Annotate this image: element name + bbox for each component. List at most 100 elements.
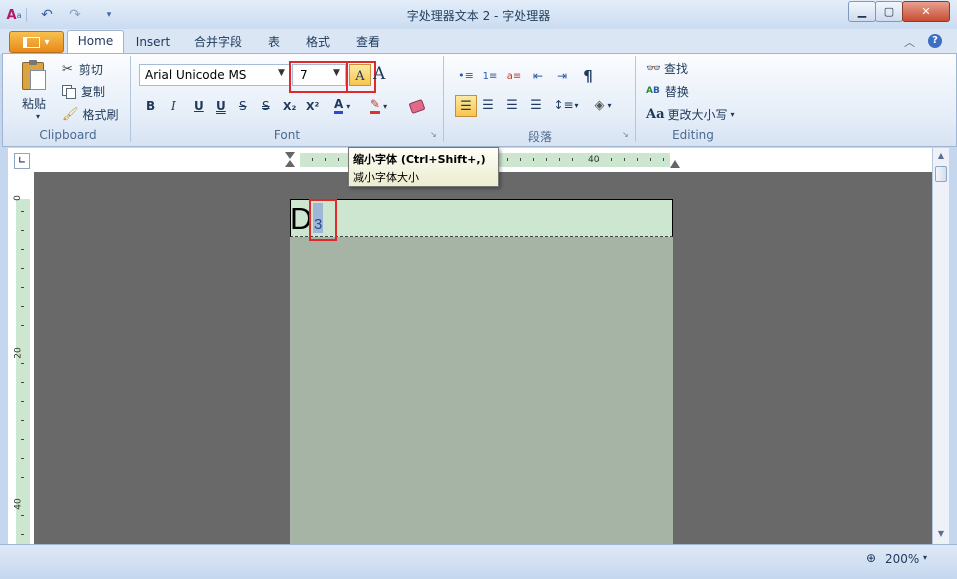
decrease-indent-icon: ⇤ (532, 69, 544, 83)
change-case-button[interactable]: Aa 更改大小写 ▾ (646, 104, 735, 124)
ruler-tick (21, 458, 24, 459)
line-spacing-icon: ↕≡ (553, 98, 574, 112)
numbering-button[interactable]: 1≡ (482, 66, 498, 86)
font-color-dropdown-icon: ▾ (346, 101, 351, 111)
scrollbar-thumb[interactable] (935, 166, 947, 182)
subscript-button[interactable]: X₂ (283, 96, 296, 116)
replace-button[interactable]: AB 替换 (646, 81, 689, 101)
double-underline-button[interactable]: U (216, 96, 226, 116)
double-strikethrough-button[interactable]: S (262, 96, 270, 116)
tab-format[interactable]: 格式 (299, 32, 337, 53)
align-right-icon: ☰ (506, 97, 518, 113)
ruler-tick (21, 211, 24, 212)
highlight-color-button[interactable]: ✎ ▾ (370, 96, 387, 116)
multilevel-list-icon: a≡ (506, 70, 522, 82)
font-size-highlight (289, 61, 348, 93)
multilevel-list-button[interactable]: a≡ (506, 66, 522, 86)
font-name-dropdown-icon[interactable]: ▼ (278, 68, 285, 78)
zoom-dropdown-icon[interactable]: ▾ (923, 553, 927, 562)
paste-label[interactable]: 粘贴 (22, 95, 46, 112)
align-right-button[interactable]: ☰ (504, 95, 520, 115)
scroll-up-icon[interactable]: ▲ (934, 150, 948, 162)
copy-icon (62, 84, 76, 99)
shading-button[interactable]: ◈ ▾ (589, 95, 617, 115)
clear-format-button[interactable] (408, 96, 426, 116)
minimize-button[interactable]: ▁ (848, 1, 876, 22)
zoom-icon[interactable]: ⊕ (866, 551, 876, 565)
zoom-level[interactable]: 200% (885, 552, 919, 566)
paste-dropdown-icon[interactable]: ▾ (36, 112, 40, 121)
align-center-icon: ☰ (482, 97, 494, 113)
font-color-button[interactable]: A ▾ (334, 96, 350, 116)
change-case-label: 更改大小写 (667, 107, 728, 122)
eraser-icon (408, 98, 426, 114)
document-page[interactable] (290, 199, 673, 544)
justify-button[interactable]: ☰ (528, 95, 544, 115)
ruler-tick (21, 363, 24, 364)
scissors-icon: ✂ (62, 61, 73, 77)
ruler-tick (507, 158, 508, 161)
tab-merge-fields[interactable]: 合并字段 (187, 32, 249, 53)
tab-view[interactable]: 查看 (349, 32, 387, 53)
scroll-down-icon[interactable]: ▼ (934, 528, 948, 540)
ruler-tick (520, 158, 521, 161)
underline-button[interactable]: U (194, 96, 204, 116)
italic-button[interactable]: I (171, 96, 176, 116)
replace-label: 替换 (664, 84, 689, 99)
grow-font-icon[interactable]: A (373, 64, 385, 84)
page-header-area[interactable] (290, 199, 673, 237)
vertical-ruler-ticks (16, 199, 30, 544)
selection-highlight (309, 199, 337, 241)
format-painter-button[interactable]: 🖌 格式刷 (62, 104, 119, 124)
bullet-list-icon: •≡ (458, 69, 474, 82)
font-group-label: Font (273, 128, 301, 142)
show-formatting-button[interactable]: ¶ (580, 66, 596, 86)
increase-indent-button[interactable]: ⇥ (554, 66, 570, 86)
minimize-ribbon-icon[interactable]: ︿ (904, 34, 915, 50)
ruler-tick (624, 158, 625, 161)
help-icon[interactable]: ? (928, 34, 942, 48)
superscript-button[interactable]: X² (306, 96, 319, 116)
ruler-tick (21, 439, 24, 440)
strikethrough-button[interactable]: S (239, 96, 247, 116)
right-indent-marker-icon[interactable] (670, 160, 680, 168)
copy-button[interactable]: 复制 (62, 81, 105, 101)
decrease-indent-button[interactable]: ⇤ (530, 66, 546, 86)
replace-icon: AB (646, 85, 660, 96)
indent-marker-icon[interactable] (285, 152, 296, 170)
editing-group-label: Editing (672, 128, 714, 142)
maximize-button[interactable]: ▢ (875, 1, 903, 22)
chevron-down-icon: ▾ (44, 36, 50, 48)
tab-home[interactable]: Home (67, 30, 124, 55)
shading-dropdown-icon: ▾ (607, 100, 612, 110)
paste-button[interactable] (20, 60, 48, 92)
vertical-scrollbar[interactable]: ▲ ▼ (932, 148, 949, 544)
font-color-icon: A (334, 98, 344, 114)
file-menu-icon (23, 36, 41, 48)
font-name-combo[interactable]: Arial Unicode MS ▼ (139, 64, 291, 86)
bold-button[interactable]: B (146, 96, 155, 116)
ruler-tick (21, 420, 24, 421)
align-center-button[interactable]: ☰ (480, 95, 496, 115)
binoculars-icon: 👓 (646, 61, 661, 75)
paintbrush-icon: 🖌 (62, 106, 79, 122)
find-button[interactable]: 👓 查找 (646, 58, 688, 78)
tab-stop-selector[interactable]: ∟ (14, 153, 30, 169)
ruler-tick (21, 382, 24, 383)
tab-table[interactable]: 表 (262, 32, 286, 53)
close-button[interactable]: ✕ (902, 1, 950, 22)
line-spacing-dropdown-icon: ▾ (574, 100, 579, 110)
copy-label: 复制 (81, 84, 106, 99)
ruler-tick (546, 158, 547, 161)
status-bar (0, 544, 957, 579)
paragraph-group-label: 段落 (527, 130, 552, 144)
bullets-button[interactable]: •≡ (458, 66, 474, 86)
line-spacing-button[interactable]: ↕≡ ▾ (553, 95, 579, 115)
font-dialog-launcher-icon[interactable]: ↘ (430, 131, 438, 139)
paragraph-dialog-launcher-icon[interactable]: ↘ (622, 131, 630, 139)
cut-button[interactable]: ✂ 剪切 (62, 59, 103, 79)
clipboard-group-label: Clipboard (39, 128, 97, 142)
tab-insert[interactable]: Insert (128, 32, 178, 53)
align-left-button[interactable]: ☰ (455, 95, 477, 117)
file-menu-button[interactable]: ▾ (9, 31, 64, 53)
